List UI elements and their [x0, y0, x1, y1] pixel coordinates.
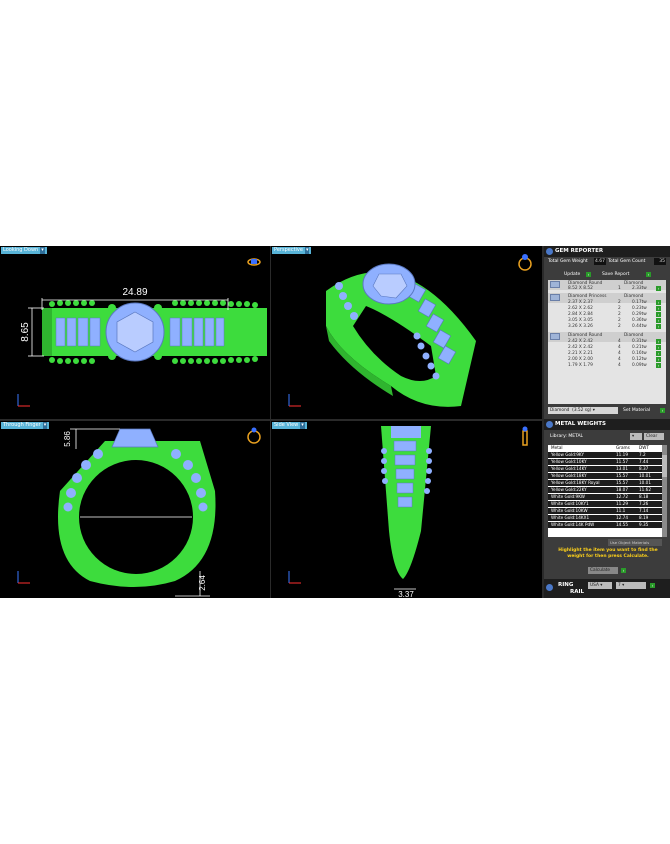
save-report-label: Save Report — [602, 272, 630, 277]
table-row[interactable]: White Gold:9KW 12.72 8.18 — [548, 494, 662, 501]
viewport-through-finger[interactable]: Through Finger ▾ 17.33 5.86 2.64 — [0, 421, 270, 598]
total-gem-count-value: 35 — [654, 258, 666, 265]
dimension-top-height: 5.86 — [63, 431, 72, 447]
metal-weights-icon — [546, 421, 553, 428]
select-gem-button[interactable]: › — [656, 300, 661, 305]
use-object-materials-toggle[interactable]: Use Object Materials — [608, 539, 662, 546]
axis-indicator-icon — [288, 571, 301, 584]
table-row[interactable]: White Gold:14KX1 12.74 8.19 — [548, 515, 662, 522]
dimension-height: 8.65 — [20, 322, 31, 342]
round-gem-icon — [550, 281, 560, 288]
dimension-shank-width: 3.37 — [398, 590, 414, 598]
gem-row[interactable]: 2.84 X 2.84 2 0.29tw › — [562, 312, 666, 318]
gem-row[interactable]: 2.42 X 2.42 4 0.31tw › — [562, 339, 666, 345]
ring-rail-icon — [546, 584, 553, 591]
select-gem-button[interactable]: › — [656, 312, 661, 317]
select-gem-button[interactable]: › — [656, 306, 661, 311]
library-clear-button[interactable]: Clear — [644, 433, 664, 440]
table-row[interactable]: Yellow Gold:18KY 15.57 10.01 — [548, 473, 662, 480]
total-gem-weight-label: Total Gem Weight — [548, 259, 588, 264]
gem-reporter-icon — [546, 248, 553, 255]
select-gem-button[interactable]: › — [656, 286, 661, 291]
ring-thumbnail-icon — [247, 427, 261, 444]
gem-reporter-header[interactable]: GEM REPORTER — [544, 246, 670, 257]
gem-row[interactable]: 3.05 X 3.05 2 0.36tw › — [562, 318, 666, 324]
ring-side-view: 3.37 — [288, 426, 528, 598]
axis-indicator-icon — [288, 394, 301, 407]
viewport-perspective[interactable]: Perspective ▾ — [271, 246, 542, 419]
library-label: Library: METAL — [550, 434, 584, 439]
princess-gem-icon — [550, 294, 560, 301]
axis-indicator-icon — [17, 394, 30, 407]
dimension-shank-thickness: 2.64 — [198, 575, 207, 591]
gem-row[interactable]: 2.42 X 2.42 4 0.21tw › — [562, 345, 666, 351]
metal-table-scrollbar[interactable] — [662, 445, 667, 537]
table-row[interactable]: White Gold:10KY1 11.29 7.26 — [548, 501, 662, 508]
round-gem-icon — [550, 333, 560, 340]
set-material-label: Set Material — [623, 408, 651, 413]
ring-top-view: 24.89 8.65 — [17, 258, 267, 407]
gem-row[interactable]: 2.62 X 2.62 2 0.23tw › — [562, 306, 666, 312]
dimension-inner-diameter: 17.33 — [125, 506, 148, 516]
ring-thumbnail-icon — [518, 254, 532, 271]
metal-table[interactable]: Metal Grams DWT Yellow Gold:9KY 11.19 7.2 Ye… — [548, 445, 662, 537]
jewelry-cad-app: Looking Down ▾ 24.89 8.65 Perspective ▾ … — [0, 246, 670, 598]
set-material-button[interactable]: › — [660, 408, 665, 413]
select-gem-button[interactable]: › — [656, 339, 661, 344]
total-gem-weight-value: 4.67 — [594, 258, 606, 265]
calculate-label: Calculate — [588, 567, 618, 574]
table-row[interactable]: White Gold:10KW 11.1 7.14 — [548, 508, 662, 515]
update-button[interactable]: › — [586, 272, 591, 277]
gem-row[interactable]: 2.00 X 2.00 4 0.12tw › — [562, 357, 666, 363]
viewport-side-view[interactable]: Side View ▾ 3.37 — [271, 421, 542, 598]
table-row[interactable]: Yellow Gold:22KY 18.07 11.62 — [548, 487, 662, 494]
axis-indicator-icon — [17, 571, 30, 584]
table-row[interactable]: Yellow Gold:14KY 13.01 8.37 — [548, 466, 662, 473]
metal-weights-hint: Highlight the item you want to find the … — [558, 548, 658, 559]
dimension-width: 24.89 — [122, 287, 147, 298]
total-gem-count-label: Total Gem Count — [608, 259, 646, 264]
viewport-looking-down[interactable]: Looking Down ▾ 24.89 8.65 — [0, 246, 270, 419]
select-gem-button[interactable]: › — [656, 351, 661, 356]
library-select[interactable]: ▾ — [630, 433, 642, 440]
gem-row[interactable]: 2.21 X 2.21 4 0.16tw › — [562, 351, 666, 357]
table-row[interactable]: Yellow Gold:10KY 11.57 7.44 — [548, 459, 662, 466]
select-gem-button[interactable]: › — [656, 345, 661, 350]
gem-list[interactable]: Diamond Round Diamond 8.52 X 8.52 1 2.33… — [548, 280, 666, 404]
save-report-button[interactable]: › — [646, 272, 651, 277]
ring-perspective-view — [288, 254, 532, 407]
select-gem-button[interactable]: › — [656, 324, 661, 329]
gem-row[interactable]: 3.26 X 3.26 2 0.44tw › — [562, 324, 666, 330]
calculate-button[interactable]: › — [621, 568, 626, 573]
update-label: Update — [564, 272, 581, 277]
ring-thumbnail-icon — [522, 426, 528, 446]
ring-thumbnail-icon — [247, 258, 261, 266]
table-row[interactable]: Yellow Gold:9KY 11.19 7.2 — [548, 452, 662, 459]
ring-size-select[interactable]: 7 ▾ — [616, 582, 646, 589]
select-gem-button[interactable]: › — [656, 363, 661, 368]
side-panel: GEM REPORTER Total Gem Weight 4.67 Total… — [544, 246, 670, 598]
gem-row[interactable]: 1.79 X 1.79 4 0.09tw › — [562, 363, 666, 369]
gem-row[interactable]: 8.52 X 8.52 1 2.33tw › — [562, 286, 666, 292]
material-select[interactable]: Diamond (3.52 sg) ▾ — [548, 407, 618, 414]
table-row[interactable]: Yellow Gold:18KY Royal 15.57 10.01 — [548, 480, 662, 487]
table-header-row: Metal Grams DWT — [548, 445, 662, 452]
select-gem-button[interactable]: › — [656, 357, 661, 362]
ring-size-region-select[interactable]: USA ▾ — [588, 582, 612, 589]
metal-weights-header[interactable]: METAL WEIGHTS — [544, 419, 670, 430]
select-gem-button[interactable]: › — [656, 318, 661, 323]
gem-row[interactable]: 2.37 X 2.37 2 0.17tw › — [562, 300, 666, 306]
ring-rail-apply-button[interactable]: › — [650, 583, 655, 588]
ring-front-view: 17.33 5.86 2.64 — [17, 427, 261, 597]
table-row[interactable]: White Gold:14K PdW 14.55 9.35 — [548, 522, 662, 529]
scrollbar-thumb[interactable] — [662, 455, 667, 477]
